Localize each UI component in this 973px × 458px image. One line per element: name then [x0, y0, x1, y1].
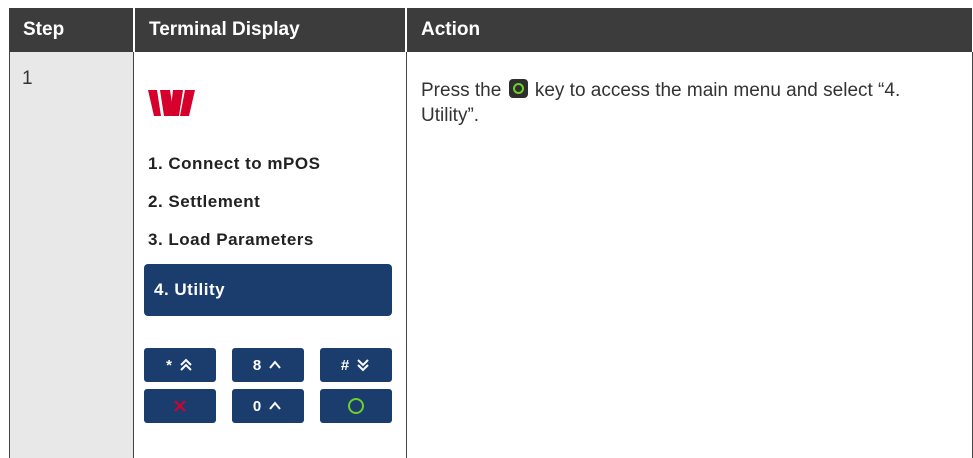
action-cell: Press the key to access the main menu an…	[407, 52, 973, 458]
double-chevron-down-icon	[357, 359, 369, 372]
header-terminal-display: Terminal Display	[135, 8, 405, 52]
key-8-up: 8	[232, 348, 304, 382]
action-text-before: Press the	[421, 80, 502, 101]
menu-item-connect-mpos: 1. Connect to mPOS	[148, 154, 321, 173]
step-cell: 1	[9, 52, 133, 458]
terminal-display-cell: 1. Connect to mPOS 2. Settlement 3. Load…	[133, 52, 407, 458]
double-chevron-up-icon	[180, 358, 192, 371]
key-cancel	[144, 389, 216, 423]
key-hash-double-down: #	[320, 348, 392, 382]
header-action: Action	[407, 8, 972, 52]
key-0-label: 0	[252, 397, 262, 415]
key-8-label: 8	[252, 356, 262, 374]
menu-item-settlement: 2. Settlement	[148, 192, 261, 211]
menu-item-load-parameters: 3. Load Parameters	[148, 230, 314, 249]
menu-item-utility-selected: 4. Utility	[144, 264, 392, 316]
key-0-up: 0	[232, 389, 304, 423]
key-star-label: *	[166, 356, 172, 374]
chevron-up-icon	[269, 360, 281, 369]
key-star-double-up: *	[144, 348, 216, 382]
westpac-logo	[148, 90, 195, 116]
header-step: Step	[9, 8, 133, 52]
x-icon	[174, 400, 186, 412]
circle-icon	[348, 398, 364, 414]
chevron-up-icon	[269, 401, 281, 410]
key-enter	[320, 389, 392, 423]
key-hash-label: #	[340, 356, 350, 374]
green-enter-key-icon	[508, 79, 528, 98]
step-number: 1	[22, 68, 33, 89]
